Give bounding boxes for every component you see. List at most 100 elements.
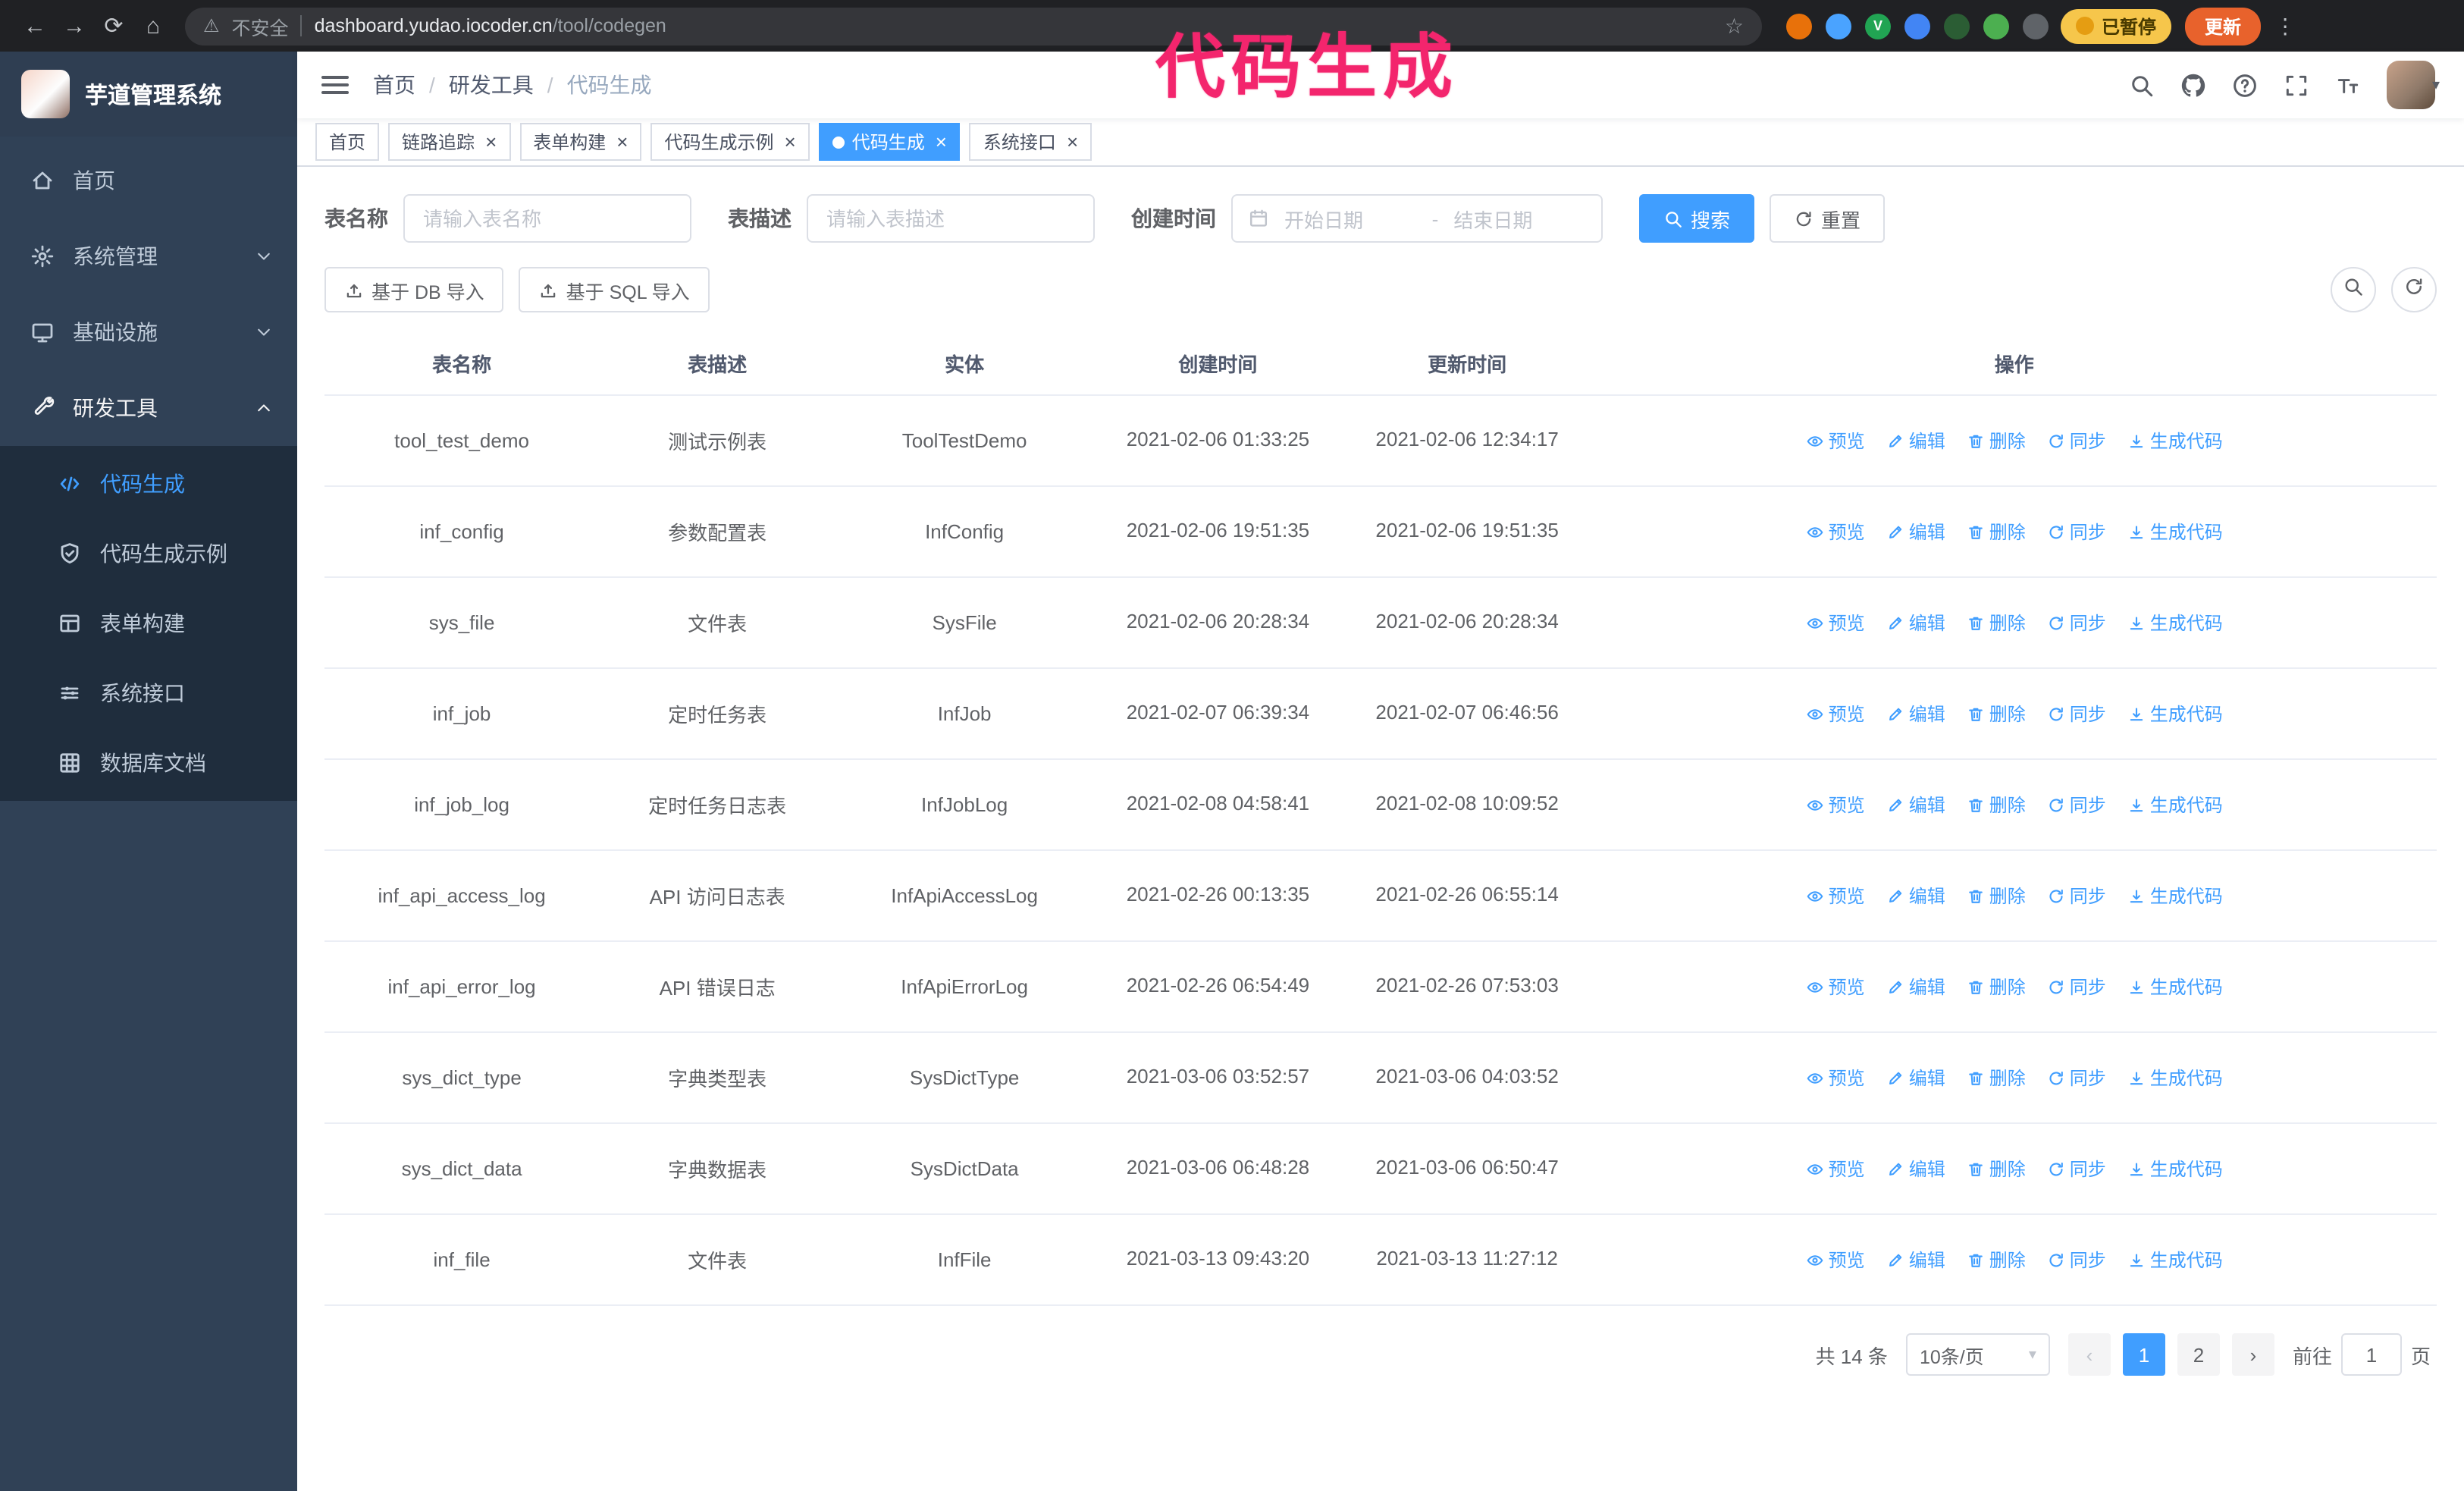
preview-link[interactable]: 预览	[1806, 701, 1865, 727]
extension-drop-icon[interactable]	[1826, 13, 1851, 39]
delete-link[interactable]: 删除	[1967, 1247, 2026, 1273]
close-icon[interactable]: ×	[1067, 132, 1078, 152]
sync-link[interactable]: 同步	[2047, 519, 2106, 545]
sync-link[interactable]: 同步	[2047, 1156, 2106, 1182]
edit-link[interactable]: 编辑	[1886, 1156, 1945, 1182]
sidebar-item-codegen[interactable]: 代码生成	[0, 449, 297, 519]
preview-link[interactable]: 预览	[1806, 1247, 1865, 1273]
date-start-placeholder[interactable]: 开始日期	[1284, 204, 1417, 233]
sidebar-item-form-builder[interactable]: 表单构建	[0, 589, 297, 658]
hamburger-icon[interactable]	[321, 76, 349, 94]
generate-link[interactable]: 生成代码	[2127, 974, 2223, 1000]
delete-link[interactable]: 删除	[1967, 610, 2026, 636]
preview-link[interactable]: 预览	[1806, 883, 1865, 909]
tab-4[interactable]: 代码生成示例 ×	[650, 123, 810, 161]
generate-link[interactable]: 生成代码	[2127, 792, 2223, 818]
preview-link[interactable]: 预览	[1806, 1156, 1865, 1182]
close-icon[interactable]: ×	[936, 132, 947, 152]
prev-page-button[interactable]: ‹	[2067, 1333, 2111, 1376]
page-size-select[interactable]: 10条/页 ▾	[1905, 1333, 2050, 1376]
delete-link[interactable]: 删除	[1967, 792, 2026, 818]
edit-link[interactable]: 编辑	[1886, 974, 1945, 1000]
generate-link[interactable]: 生成代码	[2127, 701, 2223, 727]
delete-link[interactable]: 删除	[1967, 701, 2026, 727]
search-icon[interactable]	[2129, 72, 2155, 98]
bookmark-star-icon[interactable]: ☆	[1725, 13, 1744, 39]
font-size-icon[interactable]	[2335, 72, 2361, 98]
reset-button[interactable]: 重置	[1770, 194, 1886, 243]
preview-link[interactable]: 预览	[1806, 792, 1865, 818]
sidebar-item-home[interactable]: 首页	[0, 143, 297, 218]
extension-v-icon[interactable]: V	[1865, 13, 1891, 39]
back-icon[interactable]: ←	[15, 6, 55, 46]
extension-wallet-icon[interactable]	[1944, 13, 1970, 39]
sync-link[interactable]: 同步	[2047, 701, 2106, 727]
sidebar-item-system-api[interactable]: 系统接口	[0, 658, 297, 728]
sync-link[interactable]: 同步	[2047, 974, 2106, 1000]
close-icon[interactable]: ×	[616, 132, 628, 152]
delete-link[interactable]: 删除	[1967, 1156, 2026, 1182]
sync-link[interactable]: 同步	[2047, 1065, 2106, 1091]
github-icon[interactable]	[2180, 72, 2206, 98]
delete-link[interactable]: 删除	[1967, 974, 2026, 1000]
toggle-search-button[interactable]	[2331, 267, 2376, 312]
edit-link[interactable]: 编辑	[1886, 792, 1945, 818]
preview-link[interactable]: 预览	[1806, 519, 1865, 545]
sidebar-item-infra[interactable]: 基础设施	[0, 294, 297, 370]
refresh-table-button[interactable]	[2391, 267, 2437, 312]
edit-link[interactable]: 编辑	[1886, 1247, 1945, 1273]
help-icon[interactable]	[2232, 72, 2258, 98]
generate-link[interactable]: 生成代码	[2127, 883, 2223, 909]
tab-1[interactable]: 首页	[315, 123, 380, 161]
edit-link[interactable]: 编辑	[1886, 883, 1945, 909]
update-button[interactable]: 更新	[2185, 7, 2262, 45]
sidebar-item-system[interactable]: 系统管理	[0, 218, 297, 294]
sync-link[interactable]: 同步	[2047, 883, 2106, 909]
sidebar-item-db-doc[interactable]: 数据库文档	[0, 728, 297, 798]
preview-link[interactable]: 预览	[1806, 428, 1865, 454]
delete-link[interactable]: 删除	[1967, 883, 2026, 909]
page-button-1[interactable]: 1	[2122, 1333, 2165, 1376]
fullscreen-icon[interactable]	[2284, 72, 2309, 98]
chrome-menu-icon[interactable]: ⋮	[2274, 13, 2296, 39]
avatar[interactable]	[2386, 61, 2435, 109]
sync-link[interactable]: 同步	[2047, 1247, 2106, 1273]
import-db-button[interactable]: 基于 DB 导入	[324, 267, 504, 312]
generate-link[interactable]: 生成代码	[2127, 1065, 2223, 1091]
delete-link[interactable]: 删除	[1967, 1065, 2026, 1091]
import-sql-button[interactable]: 基于 SQL 导入	[519, 267, 710, 312]
generate-link[interactable]: 生成代码	[2127, 610, 2223, 636]
generate-link[interactable]: 生成代码	[2127, 1247, 2223, 1273]
goto-page-input[interactable]	[2340, 1333, 2402, 1376]
generate-link[interactable]: 生成代码	[2127, 1156, 2223, 1182]
generate-link[interactable]: 生成代码	[2127, 519, 2223, 545]
forward-icon[interactable]: →	[55, 6, 94, 46]
delete-link[interactable]: 删除	[1967, 519, 2026, 545]
edit-link[interactable]: 编辑	[1886, 1065, 1945, 1091]
sidebar-item-devtools[interactable]: 研发工具	[0, 370, 297, 446]
tab-5[interactable]: 代码生成 ×	[818, 123, 961, 161]
edit-link[interactable]: 编辑	[1886, 428, 1945, 454]
extension-pin-icon[interactable]	[2023, 13, 2049, 39]
preview-link[interactable]: 预览	[1806, 974, 1865, 1000]
tab-2[interactable]: 链路追踪 ×	[388, 123, 511, 161]
page-button-2[interactable]: 2	[2177, 1333, 2220, 1376]
reload-icon[interactable]: ⟳	[94, 6, 133, 46]
sync-link[interactable]: 同步	[2047, 610, 2106, 636]
extension-leaf-icon[interactable]	[1983, 13, 2009, 39]
next-page-button[interactable]: ›	[2231, 1333, 2274, 1376]
paused-badge[interactable]: 已暂停	[2061, 8, 2172, 43]
sidebar-item-codegen-example[interactable]: 代码生成示例	[0, 519, 297, 589]
chevron-down-icon[interactable]: ▾	[2432, 77, 2440, 93]
edit-link[interactable]: 编辑	[1886, 519, 1945, 545]
extension-fox-icon[interactable]	[1786, 13, 1812, 39]
tab-3[interactable]: 表单构建 ×	[519, 123, 642, 161]
sync-link[interactable]: 同步	[2047, 428, 2106, 454]
edit-link[interactable]: 编辑	[1886, 701, 1945, 727]
close-icon[interactable]: ×	[785, 132, 796, 152]
date-end-placeholder[interactable]: 结束日期	[1453, 204, 1586, 233]
table-name-input[interactable]	[403, 194, 691, 243]
tab-6[interactable]: 系统接口 ×	[969, 123, 1092, 161]
table-desc-input[interactable]	[807, 194, 1095, 243]
breadcrumb-item-devtools[interactable]: 研发工具	[449, 70, 534, 100]
